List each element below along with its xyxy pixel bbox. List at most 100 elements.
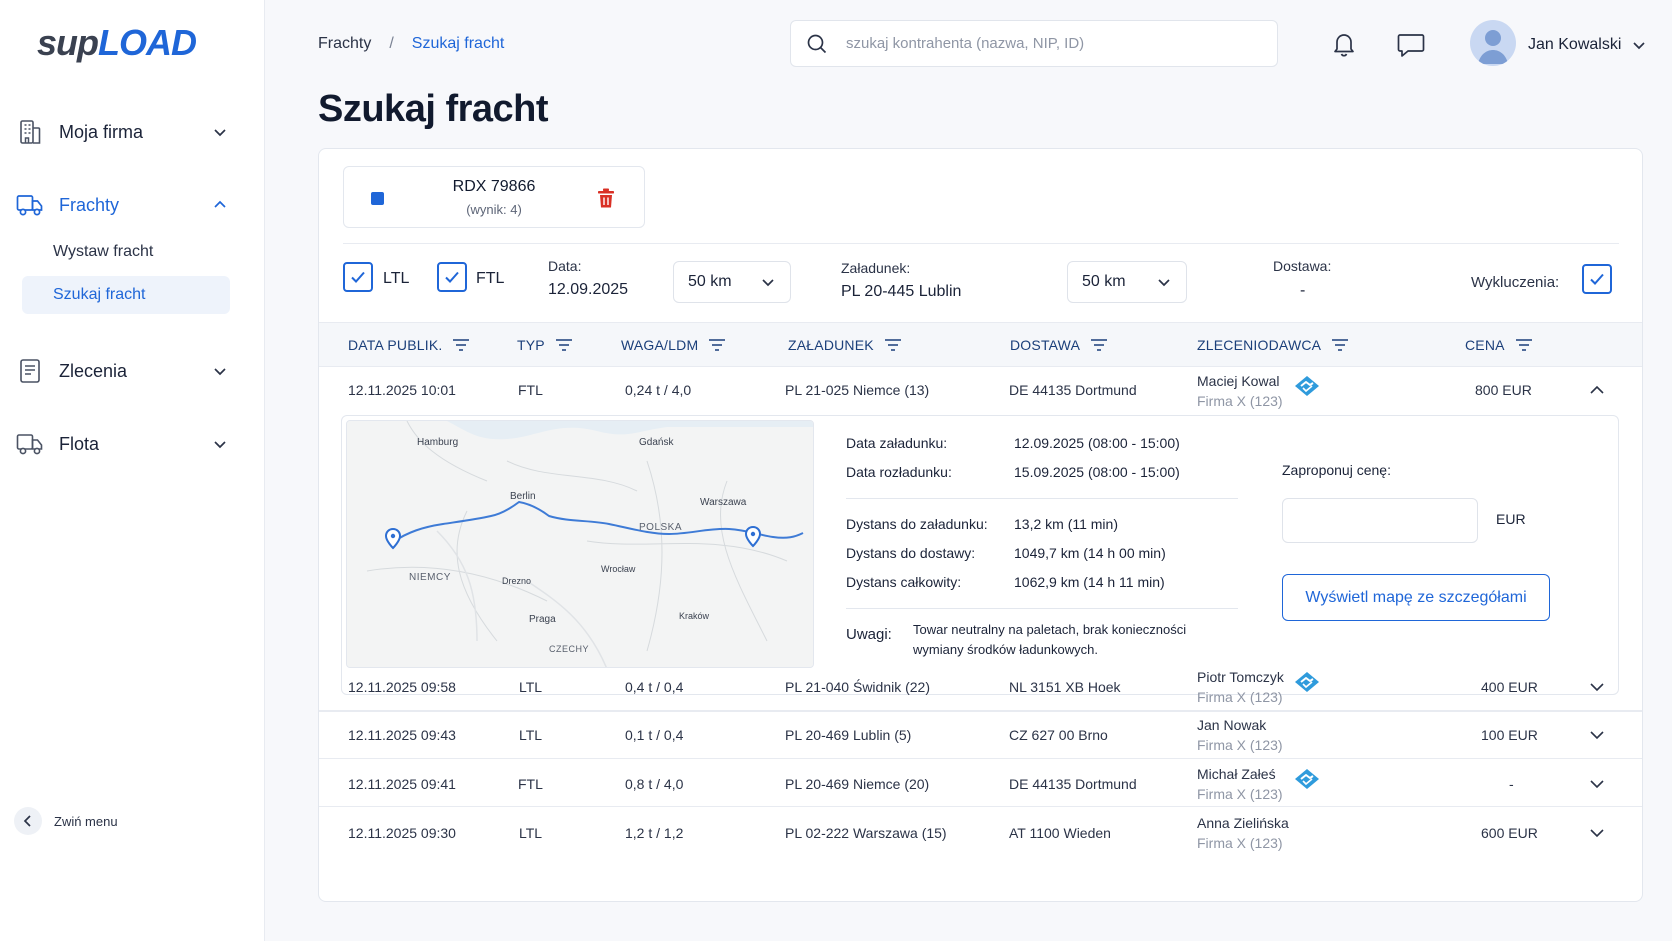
table-header: DATA PUBLIK. TYP WAGA/LDM ZAŁADUNEK DOST… bbox=[319, 322, 1642, 367]
sidebar-item-flota[interactable]: Flota bbox=[16, 424, 236, 464]
filter-icon[interactable] bbox=[452, 338, 470, 352]
sidebar-item-frachty[interactable]: Frachty bbox=[16, 185, 236, 225]
notes-line-1: Towar neutralny na paletach, brak koniec… bbox=[913, 622, 1187, 637]
column-header-type[interactable]: TYP bbox=[517, 337, 573, 353]
loading-date-value: 12.09.2025 (08:00 - 15:00) bbox=[1014, 435, 1180, 451]
offer-price-input[interactable] bbox=[1282, 498, 1478, 543]
date-value[interactable]: 12.09.2025 bbox=[548, 281, 628, 299]
row-client-firm: Firma X (123) bbox=[1197, 786, 1283, 802]
breadcrumb-frachty[interactable]: Frachty bbox=[318, 35, 371, 53]
loading-radius-select[interactable]: 50 km bbox=[1067, 261, 1187, 303]
search-box bbox=[790, 20, 1278, 67]
bell-icon[interactable] bbox=[1329, 29, 1359, 59]
breadcrumb-current: Szukaj fracht bbox=[411, 35, 505, 52]
breadcrumb-separator: / bbox=[389, 35, 394, 52]
total-distance-value: 1062,9 km (14 h 11 min) bbox=[1014, 574, 1165, 590]
route-map[interactable]: Hamburg Gdańsk Berlin Warszawa POLSKA NI… bbox=[346, 420, 814, 668]
checkmark-icon bbox=[445, 271, 459, 283]
verified-badge-icon bbox=[1294, 768, 1320, 790]
chevron-up-icon[interactable] bbox=[1588, 381, 1606, 399]
exclusions-checkbox[interactable] bbox=[1582, 264, 1612, 294]
chevron-down-icon bbox=[210, 122, 230, 142]
truck-icon bbox=[16, 191, 44, 219]
user-name[interactable]: Jan Kowalski bbox=[1528, 36, 1621, 54]
logo[interactable]: supLOAD bbox=[37, 22, 197, 64]
filter-icon[interactable] bbox=[555, 338, 573, 352]
chat-icon[interactable] bbox=[1396, 29, 1426, 59]
table-row[interactable] bbox=[319, 807, 1642, 857]
show-map-button[interactable]: Wyświetl mapę ze szczegółami bbox=[1282, 574, 1550, 621]
row-type: FTL bbox=[518, 776, 543, 792]
ltl-label: LTL bbox=[383, 270, 410, 287]
date-radius-select[interactable]: 50 km bbox=[673, 261, 791, 303]
sidebar-item-moja-firma[interactable]: Moja firma bbox=[16, 112, 236, 152]
chevron-down-icon[interactable] bbox=[1588, 726, 1606, 744]
row-loading: PL 20-469 Lublin (5) bbox=[785, 727, 912, 743]
notes-line-2: wymiany środków ładunkowych. bbox=[913, 642, 1098, 657]
column-header-loading[interactable]: ZAŁADUNEK bbox=[788, 337, 902, 353]
filter-icon[interactable] bbox=[708, 338, 726, 352]
row-type: FTL bbox=[518, 382, 543, 398]
table-row[interactable] bbox=[319, 711, 1642, 759]
distance-to-loading-label: Dystans do załadunku: bbox=[846, 516, 988, 532]
row-loading: PL 21-025 Niemce (13) bbox=[785, 382, 930, 398]
truck-icon bbox=[16, 430, 44, 458]
row-delivery: DE 44135 Dortmund bbox=[1009, 776, 1137, 792]
row-loading: PL 02-222 Warszawa (15) bbox=[785, 825, 947, 841]
chevron-down-icon[interactable] bbox=[1588, 824, 1606, 842]
row-client-firm: Firma X (123) bbox=[1197, 835, 1283, 851]
ftl-checkbox[interactable] bbox=[437, 262, 467, 292]
row-client-name[interactable]: Michał Załeś bbox=[1197, 766, 1276, 782]
chevron-down-icon[interactable] bbox=[1588, 775, 1606, 793]
search-icon bbox=[806, 33, 828, 55]
row-type: LTL bbox=[519, 727, 543, 743]
filter-icon[interactable] bbox=[1515, 338, 1533, 352]
row-price: 800 EUR bbox=[1475, 382, 1532, 398]
column-header-date[interactable]: DATA PUBLIK. bbox=[348, 337, 470, 353]
trash-icon[interactable] bbox=[595, 187, 617, 209]
row-client-name[interactable]: Maciej Kowal bbox=[1197, 373, 1279, 389]
row-delivery: NL 3151 XB Hoek bbox=[1009, 679, 1121, 695]
total-distance-label: Dystans całkowity: bbox=[846, 574, 962, 590]
chevron-down-icon bbox=[1156, 274, 1172, 290]
verified-badge-icon bbox=[1294, 375, 1320, 397]
row-date: 12.11.2025 09:58 bbox=[348, 679, 456, 695]
column-header-client[interactable]: ZLECENIODAWCA bbox=[1197, 337, 1349, 353]
filter-icon[interactable] bbox=[884, 338, 902, 352]
chevron-down-icon[interactable] bbox=[1588, 678, 1606, 696]
chevron-down-icon[interactable] bbox=[1630, 36, 1648, 54]
row-client-name[interactable]: Jan Nowak bbox=[1197, 717, 1266, 733]
ftl-label: FTL bbox=[476, 270, 505, 287]
row-client-name[interactable]: Piotr Tomczyk bbox=[1197, 669, 1284, 685]
row-weight: 0,1 t / 0,4 bbox=[625, 727, 684, 743]
unloading-date-value: 15.09.2025 (08:00 - 15:00) bbox=[1014, 464, 1180, 480]
collapse-menu-button[interactable]: Zwiń menu bbox=[14, 807, 118, 835]
checkmark-icon bbox=[1590, 273, 1604, 285]
distance-to-delivery-value: 1049,7 km (14 h 00 min) bbox=[1014, 545, 1166, 561]
delivery-value[interactable]: - bbox=[1300, 282, 1305, 300]
saved-search-card[interactable]: RDX 79866 (wynik: 4) bbox=[343, 166, 645, 228]
search-input[interactable] bbox=[846, 35, 1246, 52]
document-icon bbox=[16, 357, 44, 385]
page-title: Szukaj fracht bbox=[318, 88, 549, 130]
loading-value[interactable]: PL 20-445 Lublin bbox=[841, 283, 961, 301]
filter-icon[interactable] bbox=[1331, 338, 1349, 352]
sidebar: supLOAD Moja firma Frachty Wystaw fracht… bbox=[0, 0, 265, 941]
chevron-down-icon bbox=[760, 274, 776, 290]
delivery-label: Dostawa: bbox=[1273, 258, 1332, 274]
divider bbox=[846, 498, 1238, 499]
filter-icon[interactable] bbox=[1090, 338, 1108, 352]
column-header-delivery[interactable]: DOSTAWA bbox=[1010, 337, 1108, 353]
sidebar-subitem-szukaj-fracht[interactable]: Szukaj fracht bbox=[22, 276, 230, 314]
ltl-checkbox[interactable] bbox=[343, 262, 373, 292]
row-weight: 0,8 t / 4,0 bbox=[625, 776, 684, 792]
sidebar-item-zlecenia[interactable]: Zlecenia bbox=[16, 351, 236, 391]
avatar[interactable] bbox=[1470, 20, 1516, 66]
table-row[interactable] bbox=[319, 663, 1642, 711]
sidebar-subitem-wystaw-fracht[interactable]: Wystaw fracht bbox=[22, 233, 230, 271]
row-client-name[interactable]: Anna Zielińska bbox=[1197, 815, 1289, 831]
column-header-weight[interactable]: WAGA/LDM bbox=[621, 337, 726, 353]
row-price: - bbox=[1509, 776, 1514, 792]
column-header-price[interactable]: CENA bbox=[1465, 337, 1533, 353]
row-weight: 0,4 t / 0,4 bbox=[625, 679, 684, 695]
